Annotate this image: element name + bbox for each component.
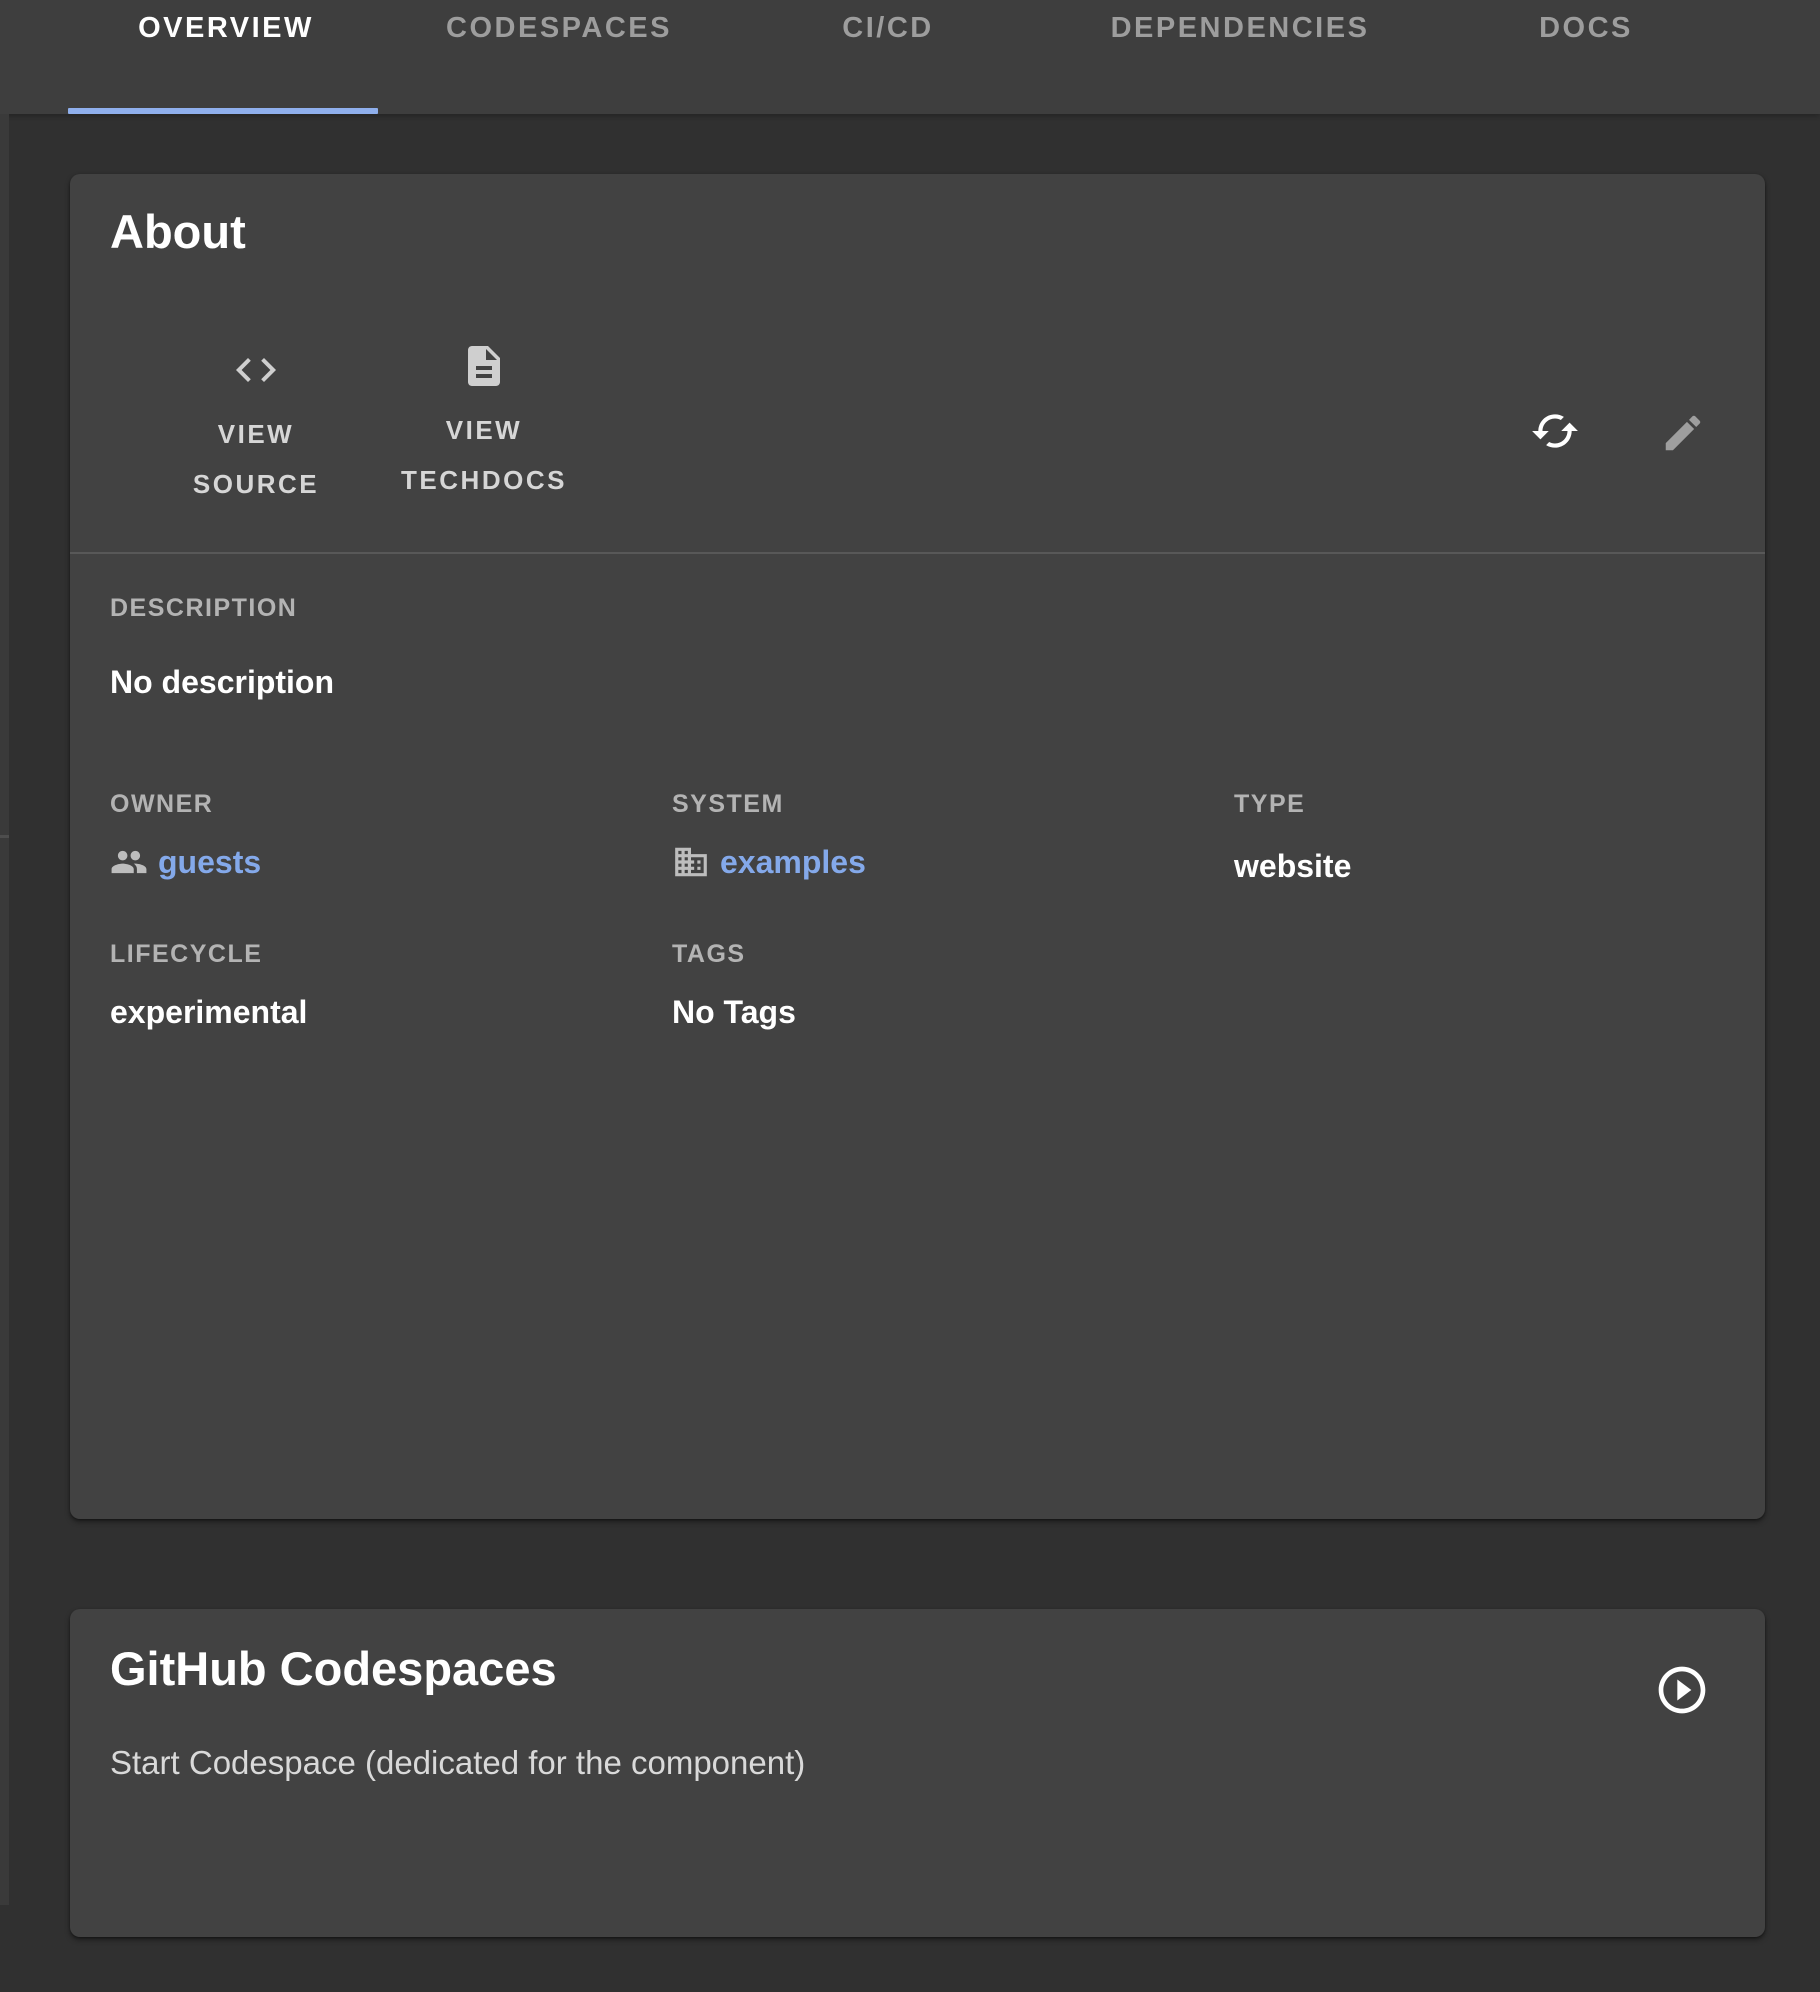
lifecycle-value: experimental xyxy=(110,992,307,1032)
start-codespace-button[interactable] xyxy=(1654,1662,1710,1718)
view-techdocs-label: VIEW TECHDOCS xyxy=(384,405,584,505)
codespaces-card-title: GitHub Codespaces xyxy=(110,1643,557,1695)
tab-docs[interactable]: DOCS xyxy=(1539,12,1633,45)
document-icon xyxy=(460,342,508,395)
description-label: DESCRIPTION xyxy=(110,594,297,623)
tags-value: No Tags xyxy=(672,992,796,1032)
tab-bar: OVERVIEW CODESPACES CI/CD DEPENDENCIES D… xyxy=(0,0,1820,114)
system-value: examples xyxy=(672,842,866,882)
view-source-label: VIEW SOURCE xyxy=(156,409,356,509)
lifecycle-label: LIFECYCLE xyxy=(110,940,262,969)
play-circle-icon xyxy=(1654,1662,1710,1718)
codespaces-card: GitHub Codespaces Start Codespace (dedic… xyxy=(70,1609,1765,1937)
domain-icon xyxy=(672,843,710,881)
sidebar-edge xyxy=(0,114,9,1905)
codespaces-subtitle: Start Codespace (dedicated for the compo… xyxy=(110,1744,805,1782)
about-card-divider xyxy=(70,552,1765,554)
tags-label: TAGS xyxy=(672,940,746,969)
tab-cicd[interactable]: CI/CD xyxy=(842,12,933,45)
code-icon xyxy=(232,346,280,399)
system-label: SYSTEM xyxy=(672,790,784,819)
owner-value: guests xyxy=(110,842,261,882)
refresh-button[interactable] xyxy=(1530,406,1580,456)
owner-link[interactable]: guests xyxy=(158,842,261,882)
tab-codespaces[interactable]: CODESPACES xyxy=(446,12,672,45)
tab-dependencies[interactable]: DEPENDENCIES xyxy=(1111,12,1370,45)
view-techdocs-button[interactable]: VIEW TECHDOCS xyxy=(384,342,584,505)
view-source-button[interactable]: VIEW SOURCE xyxy=(156,346,356,509)
edit-button[interactable] xyxy=(1660,410,1706,456)
about-card-title: About xyxy=(110,206,246,258)
tab-overview[interactable]: OVERVIEW xyxy=(138,12,314,45)
group-icon xyxy=(110,843,148,881)
edit-icon xyxy=(1660,410,1706,456)
type-value: website xyxy=(1234,846,1351,886)
refresh-icon xyxy=(1530,406,1580,456)
sidebar-divider xyxy=(0,835,9,838)
type-label: TYPE xyxy=(1234,790,1305,819)
active-tab-indicator xyxy=(68,108,378,114)
description-value: No description xyxy=(110,662,334,702)
about-card: About VIEW SOURCE xyxy=(70,174,1765,1519)
owner-label: OWNER xyxy=(110,790,213,819)
system-link[interactable]: examples xyxy=(720,842,866,882)
entity-page: OVERVIEW CODESPACES CI/CD DEPENDENCIES D… xyxy=(0,0,1820,1992)
